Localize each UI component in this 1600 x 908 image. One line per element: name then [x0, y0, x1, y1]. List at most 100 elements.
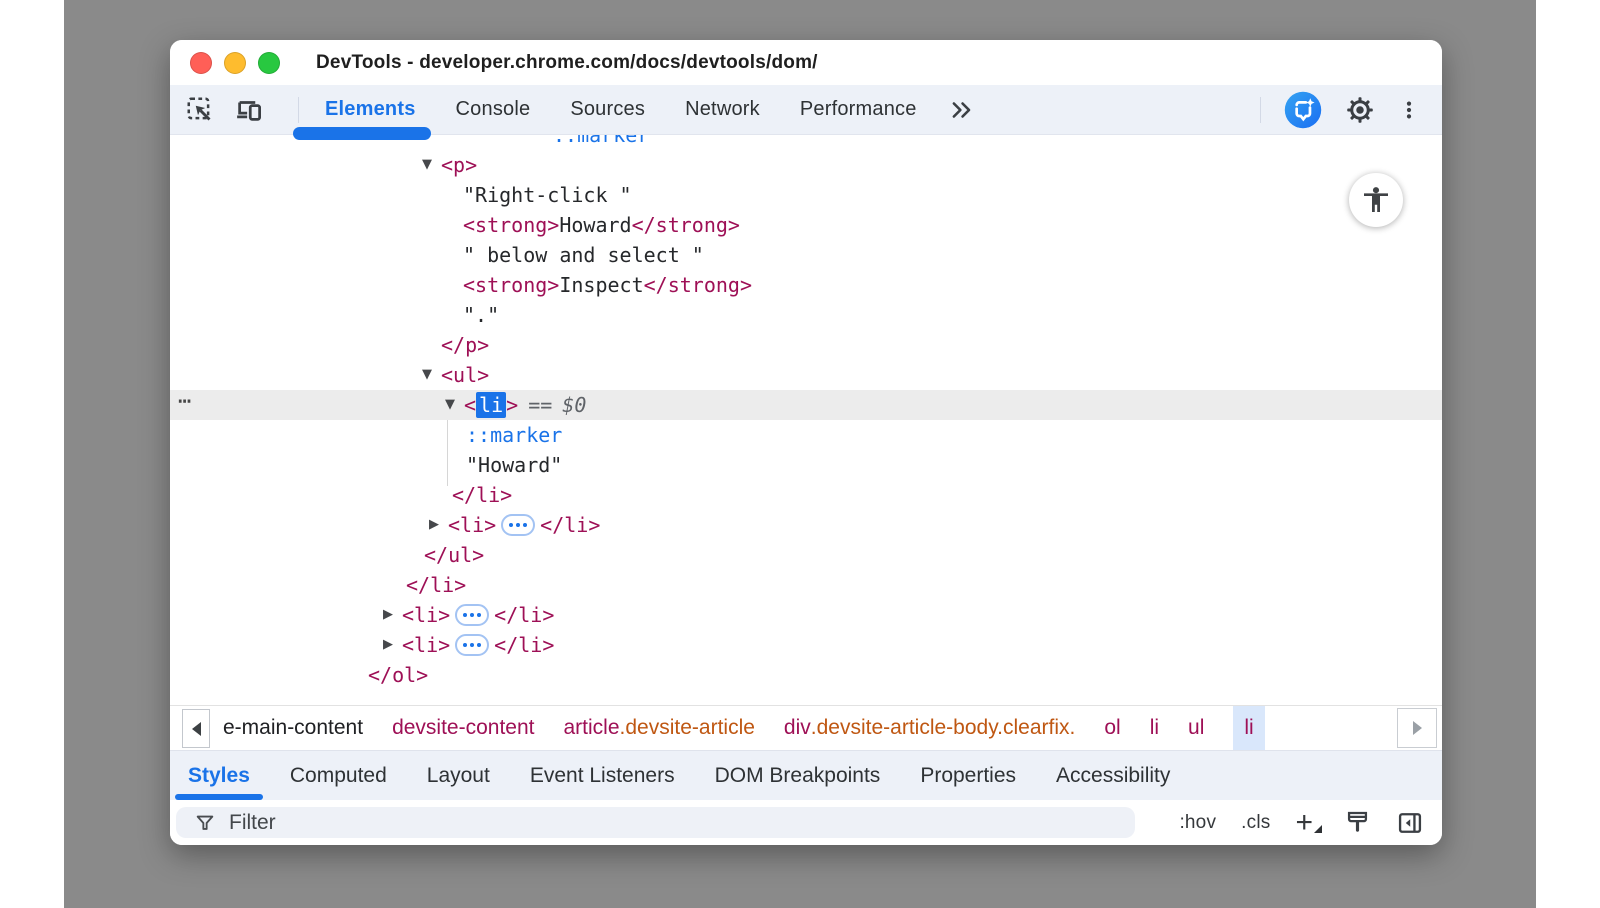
dom-node-text: " below and select "	[170, 240, 704, 270]
dom-text: Howard	[559, 213, 631, 237]
dock-panel-icon[interactable]	[1396, 809, 1424, 837]
close-window-button[interactable]	[190, 52, 212, 74]
dom-node-text: </p>	[170, 330, 489, 360]
dom-node[interactable]: <strong>Inspect</strong>	[170, 270, 1442, 300]
new-style-rule-button[interactable]: +	[1295, 813, 1313, 833]
filter-placeholder: Filter	[229, 811, 276, 835]
dom-text: Inspect	[559, 273, 643, 297]
toggle-element-state-button[interactable]: :hov	[1179, 812, 1216, 834]
tab-network[interactable]: Network	[685, 98, 760, 121]
element-classes-button[interactable]: .cls	[1241, 812, 1270, 834]
tab-console[interactable]: Console	[456, 98, 531, 121]
dom-node-text: <li> </li>	[170, 630, 554, 660]
devtools-window: DevTools - developer.chrome.com/docs/dev…	[170, 40, 1442, 845]
dom-node[interactable]: ▼<ul>	[170, 360, 1442, 390]
dom-node[interactable]: ▶<li></li>	[170, 510, 1442, 540]
breadcrumb-item-article-devsite-article[interactable]: article.devsite-article	[564, 706, 755, 750]
dom-node-text: <li></li>	[170, 510, 600, 540]
collapsed-children-button[interactable]	[455, 634, 489, 656]
dom-node[interactable]: </ol>	[170, 660, 1442, 690]
tab-layout[interactable]: Layout	[427, 751, 490, 800]
tab-elements[interactable]: Elements	[325, 98, 416, 121]
dom-node-selected[interactable]: ⋯▼<li>==$0	[170, 390, 1442, 420]
breadcrumb-part: div	[784, 716, 811, 740]
dom-node[interactable]: ▶<li></li>	[170, 630, 1442, 660]
dom-node[interactable]: ::marker	[170, 420, 1442, 450]
dom-tag: </ul>	[424, 543, 484, 567]
main-tabs: Elements Console Sources Network Performance	[325, 98, 917, 121]
tab-styles[interactable]: Styles	[188, 751, 250, 800]
tab-event-listeners[interactable]: Event Listeners	[530, 751, 675, 800]
collapsed-children-button[interactable]	[501, 514, 535, 536]
tab-accessibility[interactable]: Accessibility	[1056, 751, 1170, 800]
elements-panel: ::marker ▼<p>"Right-click "<strong>Howard…	[170, 135, 1442, 705]
breadcrumb-part: article	[564, 716, 620, 740]
dom-node-text: <strong>Inspect</strong>	[170, 270, 752, 300]
dom-node[interactable]: "."	[170, 300, 1442, 330]
breadcrumb-item-ol[interactable]: ol	[1104, 706, 1120, 750]
dom-node[interactable]: </ul>	[170, 540, 1442, 570]
tab-dom-breakpoints[interactable]: DOM Breakpoints	[715, 751, 881, 800]
dom-node-text: </li>	[170, 480, 512, 510]
dom-tag: </li>	[452, 483, 512, 507]
settings-icon[interactable]	[1345, 95, 1375, 125]
pseudo-element: ::marker	[466, 423, 562, 447]
dom-node[interactable]: </li>	[170, 480, 1442, 510]
dom-node[interactable]: <strong>Howard</strong>	[170, 210, 1442, 240]
dom-node-text: "Howard"	[170, 450, 562, 480]
dom-tag: <li>	[402, 633, 450, 657]
breadcrumb-scroll-right-button[interactable]	[1397, 708, 1437, 748]
dom-node[interactable]: "Right-click "	[170, 180, 1442, 210]
breadcrumb-part: e-main-content	[223, 716, 363, 740]
more-tabs-icon[interactable]	[949, 97, 975, 123]
dom-node[interactable]: </li>	[170, 570, 1442, 600]
device-toolbar-icon[interactable]	[234, 95, 264, 125]
dom-tag: </li>	[494, 633, 554, 657]
breadcrumb-item-devsite-content[interactable]: devsite-content	[392, 706, 534, 750]
collapsed-children-button[interactable]	[455, 604, 489, 626]
breadcrumb-part: li	[1244, 716, 1253, 740]
breadcrumb-item-ul[interactable]: ul	[1188, 706, 1204, 750]
styles-panel-tabs: Styles Computed Layout Event Listeners DOM B…	[170, 750, 1442, 800]
dom-node-text: <ul>	[170, 360, 489, 390]
dom-node[interactable]: ▼<p>	[170, 150, 1442, 180]
dom-node[interactable]: ▶<li></li>	[170, 600, 1442, 630]
dom-node[interactable]: " below and select "	[170, 240, 1442, 270]
dom-node-text: "."	[170, 300, 499, 330]
tab-sources[interactable]: Sources	[570, 98, 645, 121]
breadcrumb-part: .devsite-article-body.clearfix.	[811, 716, 1076, 740]
filter-input[interactable]: Filter	[176, 807, 1135, 838]
breadcrumb-item-li[interactable]: li	[1150, 706, 1159, 750]
dom-node-text: </li>	[170, 570, 466, 600]
dom-node[interactable]: </p>	[170, 330, 1442, 360]
dom-node-text: </ol>	[170, 660, 428, 690]
breadcrumb-part: li	[1150, 716, 1159, 740]
minimize-window-button[interactable]	[224, 52, 246, 74]
dom-tag: <strong>	[463, 213, 559, 237]
dom-node-text: <strong>Howard</strong>	[170, 210, 740, 240]
dom-node[interactable]: "Howard"	[170, 450, 1442, 480]
selected-tag-name: li	[476, 392, 506, 418]
filter-funnel-icon	[194, 812, 216, 834]
breadcrumb-item-li[interactable]: li	[1233, 706, 1264, 750]
dom-text: "Right-click "	[463, 183, 632, 207]
dom-tag: </li>	[494, 603, 554, 627]
tab-performance[interactable]: Performance	[800, 98, 917, 121]
breadcrumb-item-div-devsite-article-body-clearfix[interactable]: div.devsite-article-body.clearfix.	[784, 706, 1075, 750]
breadcrumb-part: devsite-content	[392, 716, 534, 740]
dom-node-text: </ul>	[170, 540, 484, 570]
breadcrumb-part: ol	[1104, 716, 1120, 740]
zoom-window-button[interactable]	[258, 52, 280, 74]
breadcrumb: e-main-contentdevsite-contentarticle.dev…	[170, 705, 1442, 750]
tab-computed[interactable]: Computed	[290, 751, 387, 800]
accessibility-widget-button[interactable]	[1349, 173, 1403, 227]
rendering-brush-icon[interactable]	[1344, 809, 1371, 836]
inspect-element-icon[interactable]	[185, 95, 215, 125]
breadcrumb-item-e-main-content[interactable]: e-main-content	[223, 706, 363, 750]
more-menu-icon[interactable]	[1398, 97, 1420, 123]
dom-node-text: <li></li>	[170, 600, 554, 630]
tab-properties[interactable]: Properties	[920, 751, 1016, 800]
dom-tag: <p>	[441, 153, 477, 177]
breadcrumb-scroll-left-button[interactable]	[182, 709, 210, 748]
ai-assistant-icon[interactable]	[1284, 91, 1322, 129]
